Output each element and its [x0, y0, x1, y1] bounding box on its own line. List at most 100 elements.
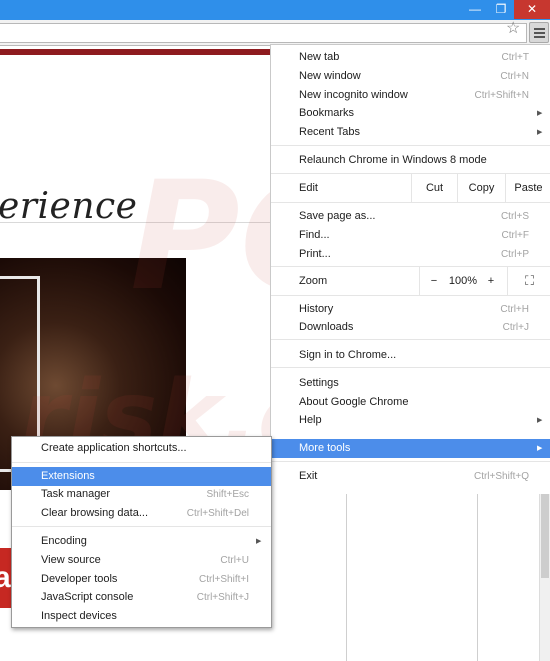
menu-separator: [12, 462, 271, 463]
chrome-menu-button[interactable]: [529, 22, 549, 43]
submenu-arrow-icon: ▶: [256, 538, 262, 545]
menu-item-save-page[interactable]: Save page as... Ctrl+S: [271, 207, 550, 226]
menu-item-label: Developer tools: [41, 573, 118, 585]
menu-item-label: New window: [299, 70, 361, 82]
menu-item-shortcut: Ctrl+S: [500, 211, 529, 222]
menu-item-label: Recent Tabs: [299, 126, 360, 138]
submenu-item-view-source[interactable]: View source Ctrl+U: [12, 551, 271, 570]
window-titlebar: — ❐ ✕: [0, 0, 550, 20]
menu-separator: [271, 339, 550, 340]
close-button[interactable]: ✕: [514, 0, 550, 19]
menu-item-label: View source: [41, 554, 101, 566]
menu-separator: [271, 202, 550, 203]
menu-item-label: Create application shortcuts...: [41, 442, 187, 454]
zoom-level: 100%: [448, 275, 478, 287]
menu-item-settings[interactable]: Settings: [271, 374, 550, 393]
menu-item-label: Encoding: [41, 535, 87, 547]
menu-item-label: Find...: [299, 229, 330, 241]
menu-item-label: About Google Chrome: [299, 396, 409, 408]
menu-item-find[interactable]: Find... Ctrl+F: [271, 226, 550, 245]
menu-item-shortcut: Ctrl+U: [220, 555, 249, 566]
submenu-arrow-icon: ▶: [537, 445, 543, 452]
menu-item-label: Relaunch Chrome in Windows 8 mode: [299, 154, 487, 166]
menu-separator: [12, 526, 271, 527]
submenu-item-clear-browsing-data[interactable]: Clear browsing data... Ctrl+Shift+Del: [12, 504, 271, 523]
menu-item-label: Clear browsing data...: [41, 507, 148, 519]
menu-item-label: Settings: [299, 377, 339, 389]
menu-item-label: Save page as...: [299, 210, 376, 222]
menu-item-bookmarks[interactable]: Bookmarks ▶: [271, 104, 550, 123]
menu-item-label: New tab: [299, 51, 340, 63]
submenu-item-extensions[interactable]: Extensions: [12, 467, 271, 486]
table-divider: [346, 486, 347, 661]
menu-item-recent-tabs[interactable]: Recent Tabs ▶: [271, 123, 550, 142]
menu-item-exit[interactable]: Exit Ctrl+Shift+Q: [271, 467, 550, 486]
menu-item-shortcut: Ctrl+H: [500, 304, 529, 315]
menu-item-shortcut: Ctrl+N: [500, 71, 529, 82]
menu-item-label: Help: [299, 414, 322, 426]
menu-item-relaunch-windows8[interactable]: Relaunch Chrome in Windows 8 mode: [271, 151, 550, 170]
menu-item-shortcut: Ctrl+Shift+J: [196, 592, 249, 603]
chrome-main-menu: New tab Ctrl+T New window Ctrl+N New inc…: [270, 44, 550, 494]
maximize-button[interactable]: ❐: [488, 0, 514, 19]
table-divider: [477, 486, 478, 661]
menu-item-label: Task manager: [41, 488, 111, 500]
page-scrollbar-thumb[interactable]: [541, 486, 549, 578]
menu-item-new-incognito-window[interactable]: New incognito window Ctrl+Shift+N: [271, 86, 550, 105]
menu-item-shortcut: Ctrl+F: [501, 230, 530, 241]
submenu-item-create-shortcuts[interactable]: Create application shortcuts...: [12, 439, 271, 458]
menu-item-new-tab[interactable]: New tab Ctrl+T: [271, 48, 550, 67]
menu-item-downloads[interactable]: Downloads Ctrl+J: [271, 318, 550, 337]
zoom-in-button[interactable]: +: [479, 267, 503, 295]
browser-toolbar: ☆: [0, 20, 550, 46]
menu-row-zoom: Zoom − 100% + ⛶: [271, 267, 550, 295]
menu-item-label: Extensions: [41, 470, 95, 482]
menu-item-shortcut: Ctrl+Shift+Q: [473, 471, 529, 482]
menu-item-shortcut: Ctrl+P: [500, 249, 529, 260]
menu-item-label: Print...: [299, 248, 331, 260]
menu-row-edit: Edit Cut Copy Paste: [271, 174, 550, 202]
menu-item-shortcut: Ctrl+Shift+Del: [186, 508, 249, 519]
copy-button[interactable]: Copy: [457, 174, 505, 202]
menu-item-help[interactable]: Help ▶: [271, 411, 550, 430]
menu-item-shortcut: Ctrl+Shift+I: [198, 574, 249, 585]
menu-item-label: Bookmarks: [299, 107, 355, 119]
menu-item-label: JavaScript console: [41, 591, 134, 603]
zoom-out-button[interactable]: −: [421, 267, 447, 295]
menu-item-new-window[interactable]: New window Ctrl+N: [271, 67, 550, 86]
zoom-divider: [419, 267, 420, 295]
menu-item-label: History: [299, 303, 334, 315]
menu-item-label: More tools: [299, 442, 351, 454]
more-tools-submenu: Create application shortcuts... Extensio…: [11, 436, 272, 628]
menu-item-label: Downloads: [299, 321, 354, 333]
fullscreen-icon[interactable]: ⛶: [507, 267, 550, 295]
submenu-item-encoding[interactable]: Encoding ▶: [12, 532, 271, 551]
submenu-arrow-icon: ▶: [537, 110, 543, 117]
menu-item-more-tools[interactable]: More tools ▶: [271, 439, 550, 458]
menu-item-label: Exit: [299, 470, 318, 482]
submenu-arrow-icon: ▶: [537, 417, 543, 424]
menu-item-history[interactable]: History Ctrl+H: [271, 300, 550, 319]
menu-item-print[interactable]: Print... Ctrl+P: [271, 245, 550, 264]
menu-separator: [271, 367, 550, 368]
submenu-item-task-manager[interactable]: Task manager Shift+Esc: [12, 485, 271, 504]
submenu-item-developer-tools[interactable]: Developer tools Ctrl+Shift+I: [12, 570, 271, 589]
minimize-button[interactable]: —: [462, 0, 488, 19]
address-bar[interactable]: [0, 23, 527, 43]
submenu-item-inspect-devices[interactable]: Inspect devices: [12, 607, 271, 626]
paste-button[interactable]: Paste: [505, 174, 550, 202]
menu-item-label: Zoom: [299, 275, 328, 287]
menu-item-label: New incognito window: [299, 89, 408, 101]
cut-button[interactable]: Cut: [411, 174, 457, 202]
menu-item-shortcut: Ctrl+T: [501, 52, 530, 63]
menu-item-label: Inspect devices: [41, 610, 117, 622]
menu-item-label: Edit: [299, 182, 318, 194]
menu-item-shortcut: Shift+Esc: [206, 489, 249, 500]
bookmark-star-icon[interactable]: ☆: [506, 21, 520, 37]
menu-item-sign-in[interactable]: Sign in to Chrome...: [271, 346, 550, 365]
menu-item-about[interactable]: About Google Chrome: [271, 393, 550, 412]
menu-item-label: Sign in to Chrome...: [299, 349, 397, 361]
menu-separator: [271, 295, 550, 296]
submenu-item-javascript-console[interactable]: JavaScript console Ctrl+Shift+J: [12, 588, 271, 607]
menu-item-shortcut: Ctrl+Shift+N: [474, 90, 529, 101]
